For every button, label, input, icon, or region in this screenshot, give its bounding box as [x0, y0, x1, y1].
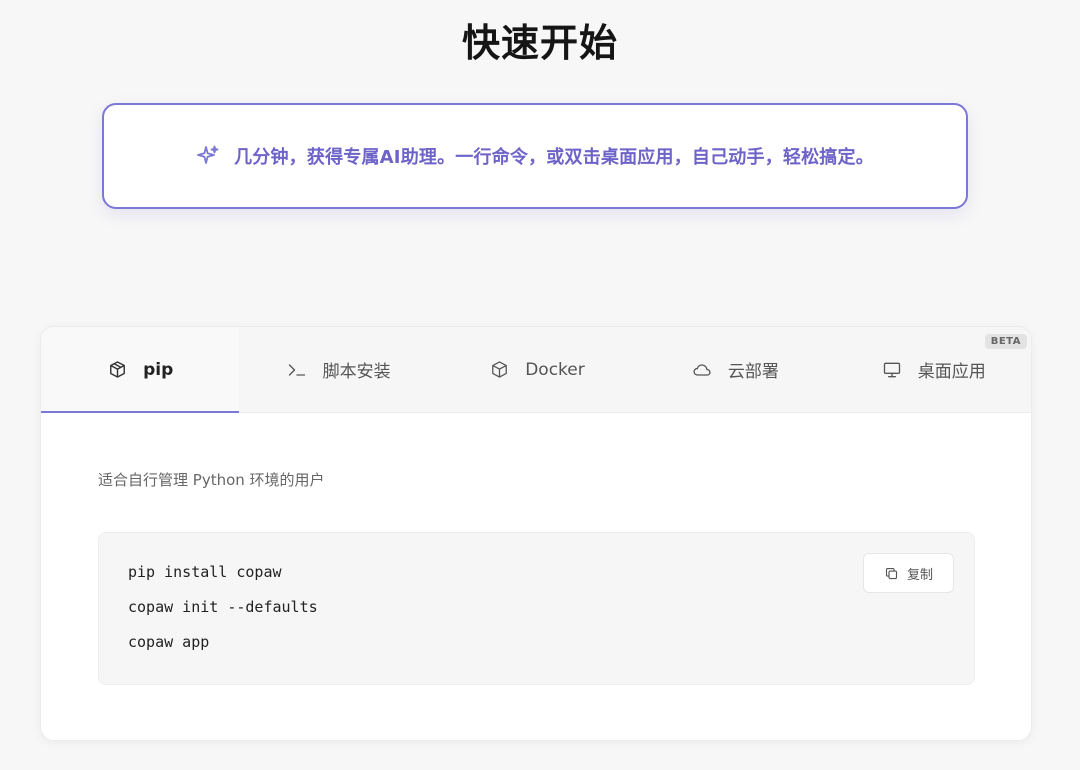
box-icon	[489, 360, 509, 380]
tab-label: 桌面应用	[917, 362, 986, 382]
tab-label: 云部署	[727, 362, 779, 382]
tab-pip[interactable]: pip	[41, 327, 240, 413]
tab-label: pip	[143, 359, 174, 380]
code-line: pip install copaw	[128, 563, 282, 581]
beta-badge: BETA	[984, 334, 1027, 349]
code-line: copaw init --defaults	[128, 598, 318, 616]
banner-text: 几分钟，获得专属AI助理。一行命令，或双击桌面应用，自己动手，轻松搞定。	[234, 147, 874, 168]
tab-cloud-deploy[interactable]: 云部署	[636, 327, 834, 412]
install-tabs: pip 脚本安装 Docker 云部署 桌面应用 BETA	[41, 327, 1031, 413]
cloud-icon	[692, 360, 712, 380]
tab-script-install[interactable]: 脚本安装	[239, 327, 437, 412]
tab-label: Docker	[525, 359, 585, 380]
package-icon	[107, 360, 127, 380]
intro-banner: 几分钟，获得专属AI助理。一行命令，或双击桌面应用，自己动手，轻松搞定。	[102, 103, 968, 209]
code-block: pip install copaw copaw init --defaults …	[98, 532, 975, 685]
install-card: pip 脚本安装 Docker 云部署 桌面应用 BETA 适合自行管理 Pyt…	[40, 326, 1032, 741]
tab-desktop-app[interactable]: 桌面应用 BETA	[835, 327, 1031, 412]
page-title: 快速开始	[461, 21, 618, 65]
tab-label: 脚本安装	[322, 362, 391, 382]
copy-label: 复制	[906, 567, 933, 583]
copy-button[interactable]: 复制	[863, 553, 954, 593]
panel-description: 适合自行管理 Python 环境的用户	[98, 471, 325, 489]
copy-icon	[884, 566, 899, 581]
monitor-icon	[882, 360, 902, 380]
code-line: copaw app	[128, 633, 210, 651]
tab-docker[interactable]: Docker	[438, 327, 636, 412]
terminal-icon	[287, 360, 307, 380]
sparkle-icon	[196, 144, 220, 168]
